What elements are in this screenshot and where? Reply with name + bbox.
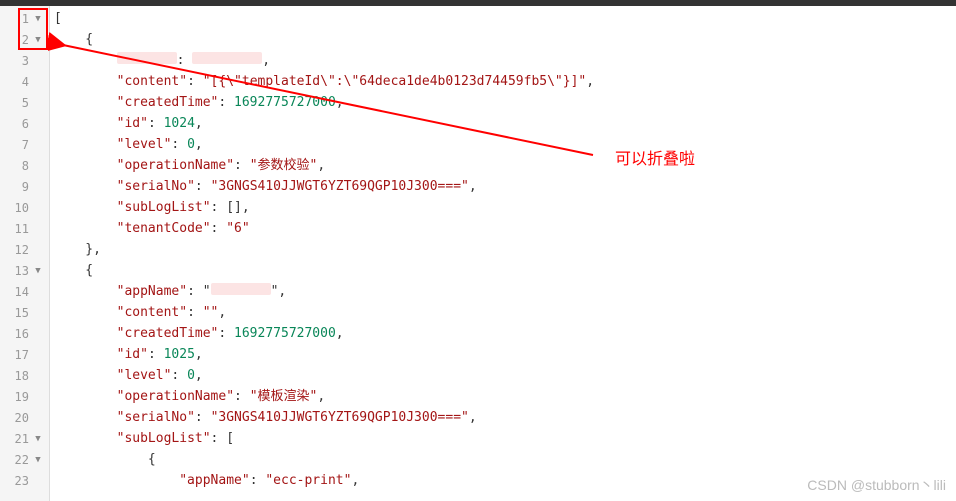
line-number: 20 <box>15 411 29 425</box>
gutter-row[interactable]: 23 <box>0 470 49 491</box>
line-number: 1 <box>22 12 29 26</box>
line-number: 18 <box>15 369 29 383</box>
gutter-row[interactable]: 4 <box>0 71 49 92</box>
line-number: 14 <box>15 285 29 299</box>
gutter-row[interactable]: 2▼ <box>0 29 49 50</box>
gutter-row[interactable]: 14 <box>0 281 49 302</box>
gutter-row[interactable]: 12 <box>0 239 49 260</box>
code-line: "tenantCode": "6" <box>54 218 956 239</box>
code-line: "createdTime": 1692775727000, <box>54 323 956 344</box>
code-line: "id": 1024, <box>54 113 956 134</box>
line-number: 10 <box>15 201 29 215</box>
fold-toggle-icon[interactable]: ▼ <box>33 434 43 444</box>
code-line: { <box>54 260 956 281</box>
gutter-row[interactable]: 11 <box>0 218 49 239</box>
line-number: 3 <box>22 54 29 68</box>
gutter-row[interactable]: 19 <box>0 386 49 407</box>
code-line: "level": 0, <box>54 365 956 386</box>
line-number: 22 <box>15 453 29 467</box>
gutter-row[interactable]: 3 <box>0 50 49 71</box>
line-number: 19 <box>15 390 29 404</box>
gutter-row[interactable]: 6 <box>0 113 49 134</box>
gutter-row[interactable]: 7 <box>0 134 49 155</box>
code-line: [ <box>54 8 956 29</box>
gutter-row[interactable]: 21 ▼ <box>0 428 49 449</box>
gutter-row[interactable]: 5 <box>0 92 49 113</box>
line-number: 4 <box>22 75 29 89</box>
annotation-text: 可以折叠啦 <box>615 145 695 169</box>
gutter-row[interactable]: 13 ▼ <box>0 260 49 281</box>
fold-toggle-icon[interactable]: ▼ <box>33 14 43 24</box>
code-line: "content": "[{\"templateId\":\"64deca1de… <box>54 71 956 92</box>
line-number: 13 <box>15 264 29 278</box>
code-line: "serialNo": "3GNGS410JJWGT6YZT69QGP10J30… <box>54 407 956 428</box>
code-line: "subLogList": [ <box>54 428 956 449</box>
line-number: 5 <box>22 96 29 110</box>
code-line: "appName": "", <box>54 281 956 302</box>
code-line: : , <box>54 50 956 71</box>
code-line: "level": 0, <box>54 134 956 155</box>
code-line: "createdTime": 1692775727000, <box>54 92 956 113</box>
code-line: { <box>54 29 956 50</box>
gutter-row[interactable]: 20 <box>0 407 49 428</box>
code-line: }, <box>54 239 956 260</box>
fold-toggle-icon[interactable]: ▼ <box>33 35 43 45</box>
code-line: "operationName": "参数校验", <box>54 155 956 176</box>
fold-toggle-icon[interactable]: ▼ <box>33 455 43 465</box>
code-line: "content": "", <box>54 302 956 323</box>
gutter-row[interactable]: 9 <box>0 176 49 197</box>
line-number: 6 <box>22 117 29 131</box>
code-editor: 1▼ 2▼ 3 4 5 6 7 8 9 10 11 12 13▼ 14 15 1… <box>0 6 956 501</box>
line-number: 2 <box>22 33 29 47</box>
line-number: 8 <box>22 159 29 173</box>
line-number: 7 <box>22 138 29 152</box>
line-number: 12 <box>15 243 29 257</box>
gutter-row[interactable]: 15 <box>0 302 49 323</box>
line-number: 16 <box>15 327 29 341</box>
code-content[interactable]: [ { : , "content": "[{\"templateId\":\"6… <box>50 6 956 501</box>
code-line: "operationName": "模板渲染", <box>54 386 956 407</box>
code-line: "serialNo": "3GNGS410JJWGT6YZT69QGP10J30… <box>54 176 956 197</box>
fold-toggle-icon[interactable]: ▼ <box>33 266 43 276</box>
watermark-text: CSDN @stubborn丶lili <box>807 475 946 495</box>
gutter-row[interactable]: 8 <box>0 155 49 176</box>
gutter-row[interactable]: 17 <box>0 344 49 365</box>
line-number: 15 <box>15 306 29 320</box>
code-line: "subLogList": [], <box>54 197 956 218</box>
code-line: { <box>54 449 956 470</box>
line-gutter: 1▼ 2▼ 3 4 5 6 7 8 9 10 11 12 13▼ 14 15 1… <box>0 6 50 501</box>
gutter-row[interactable]: 10 <box>0 197 49 218</box>
gutter-row[interactable]: 16 <box>0 323 49 344</box>
line-number: 9 <box>22 180 29 194</box>
line-number: 23 <box>15 474 29 488</box>
line-number: 11 <box>15 222 29 236</box>
code-line: "id": 1025, <box>54 344 956 365</box>
line-number: 21 <box>15 432 29 446</box>
gutter-row[interactable]: 18 <box>0 365 49 386</box>
gutter-row[interactable]: 1▼ <box>0 8 49 29</box>
line-number: 17 <box>15 348 29 362</box>
gutter-row[interactable]: 22 ▼ <box>0 449 49 470</box>
